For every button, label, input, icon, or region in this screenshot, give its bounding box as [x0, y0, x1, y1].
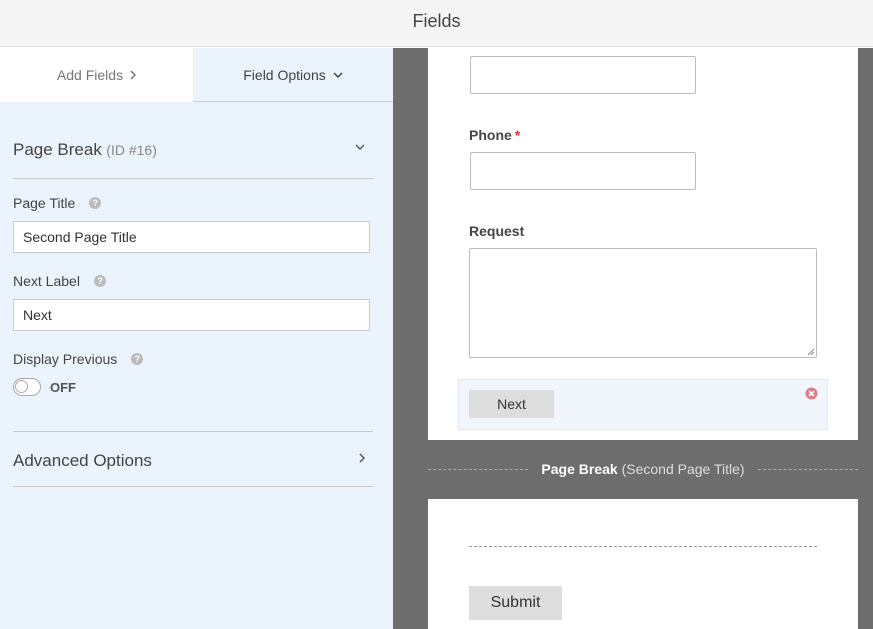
display-previous-label-row: Display Previous ?: [13, 351, 144, 367]
page-break-label-bg: Page Break (Second Page Title): [533, 461, 753, 477]
page-break-section-header[interactable]: Page Break (ID #16): [13, 140, 373, 180]
field-options-panel: Add Fields Field Options Page Break (ID …: [0, 48, 393, 629]
next-label-input[interactable]: Next: [13, 299, 370, 331]
page-title: Fields: [412, 11, 461, 31]
display-previous-toggle[interactable]: [13, 378, 41, 396]
question-circle-icon[interactable]: ?: [89, 197, 102, 209]
tab-field-options[interactable]: Field Options: [193, 48, 393, 102]
advanced-options-header[interactable]: Advanced Options: [13, 451, 373, 471]
form-preview-area: Phone * Request Next Page Break (Second P…: [393, 48, 873, 629]
page-break-divider: Page Break (Second Page Title): [428, 440, 858, 499]
panel-tabs: Add Fields Field Options: [0, 48, 393, 102]
page-break-label-text: Page Break: [541, 461, 618, 477]
page-break-label: Page Break (Second Page Title): [428, 461, 858, 477]
next-label-label: Next Label: [13, 273, 80, 289]
chevron-right-icon: [130, 70, 137, 80]
close-circle-icon[interactable]: [805, 387, 818, 400]
section-name: Page Break: [13, 140, 102, 159]
divider: [13, 178, 373, 179]
request-label: Request: [469, 223, 525, 239]
next-label-label-row: Next Label ?: [13, 273, 106, 289]
page-break-title: (Second Page Title): [621, 461, 745, 477]
question-circle-icon[interactable]: ?: [131, 353, 144, 365]
request-textarea-preview[interactable]: [469, 248, 817, 358]
resize-grip-icon[interactable]: [807, 348, 815, 356]
text-field-preview[interactable]: [470, 56, 696, 94]
section-id: (ID #16): [106, 142, 157, 158]
divider: [13, 431, 373, 432]
chevron-down-icon: [355, 144, 365, 150]
phone-input-preview[interactable]: [470, 152, 696, 190]
chevron-down-icon: [333, 72, 343, 78]
display-previous-label: Display Previous: [13, 351, 118, 367]
phone-label-text: Phone: [469, 127, 512, 143]
divider: [13, 486, 373, 487]
page-title-label: Page Title: [13, 195, 76, 211]
form-canvas: Phone * Request Next Page Break (Second P…: [428, 48, 858, 629]
question-circle-icon[interactable]: ?: [93, 275, 106, 287]
page-break-next-row[interactable]: Next: [458, 379, 828, 430]
toggle-knob: [15, 380, 28, 393]
tab-field-options-label: Field Options: [243, 67, 326, 83]
required-mark: *: [514, 127, 521, 143]
chevron-right-icon: [359, 453, 365, 463]
page-title-label-row: Page Title ?: [13, 195, 102, 211]
top-bar: Fields: [0, 0, 873, 47]
advanced-options-label: Advanced Options: [13, 451, 152, 470]
tab-add-fields-label: Add Fields: [56, 67, 124, 83]
phone-label: Phone *: [469, 127, 520, 143]
submit-button[interactable]: Submit: [469, 586, 562, 620]
page-title-input[interactable]: Second Page Title: [13, 221, 370, 253]
next-button[interactable]: Next: [469, 390, 554, 418]
dashed-separator: [469, 546, 817, 547]
toggle-state-label: OFF: [50, 380, 76, 395]
tab-add-fields[interactable]: Add Fields: [0, 48, 193, 102]
